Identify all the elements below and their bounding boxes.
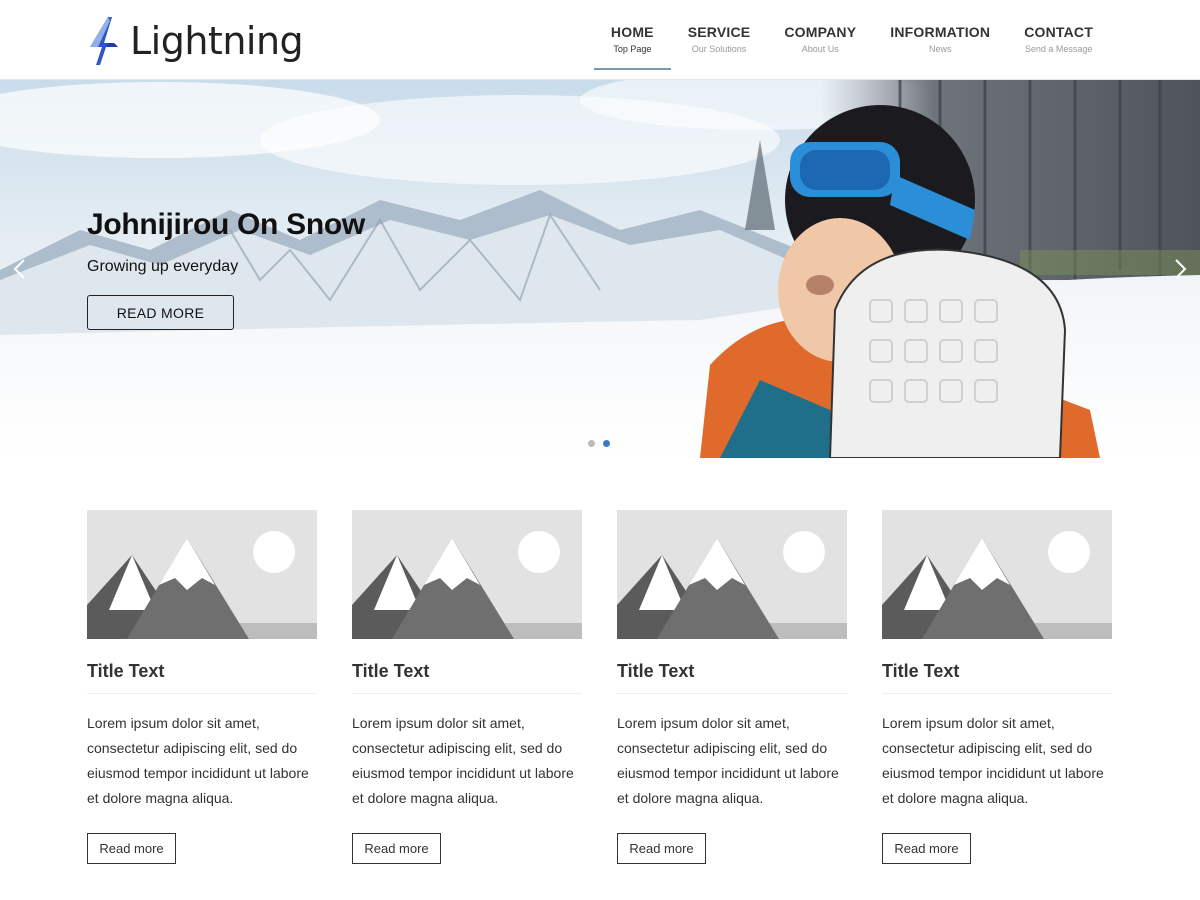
card-read-more-button[interactable]: Read more — [352, 833, 441, 864]
chevron-left-icon[interactable] — [10, 258, 32, 280]
lightning-bolt-icon — [90, 17, 118, 65]
placeholder-image — [617, 510, 847, 639]
card-title: Title Text — [87, 661, 317, 694]
feature-card: Title Text Lorem ipsum dolor sit amet, c… — [352, 510, 582, 864]
nav-item-sublabel: Top Page — [613, 44, 652, 54]
card-text: Lorem ipsum dolor sit amet, consectetur … — [87, 715, 309, 806]
feature-card: Title Text Lorem ipsum dolor sit amet, c… — [617, 510, 847, 864]
card-title: Title Text — [882, 661, 1112, 694]
feature-card: Title Text Lorem ipsum dolor sit amet, c… — [87, 510, 317, 864]
card-text: Lorem ipsum dolor sit amet, consectetur … — [617, 715, 839, 806]
nav-item-label: HOME — [610, 24, 654, 40]
nav-item-service[interactable]: SERVICE Our Solutions — [671, 0, 768, 70]
card-text: Lorem ipsum dolor sit amet, consectetur … — [882, 715, 1104, 806]
placeholder-image — [87, 510, 317, 639]
nav-item-sublabel: Send a Message — [1024, 44, 1093, 54]
card-title: Title Text — [352, 661, 582, 694]
nav-item-label: INFORMATION — [890, 24, 991, 40]
nav-item-label: CONTACT — [1024, 24, 1093, 40]
placeholder-image — [882, 510, 1112, 639]
nav-item-contact[interactable]: CONTACT Send a Message — [1007, 0, 1110, 70]
nav-item-label: SERVICE — [687, 24, 751, 40]
nav-item-label: COMPANY — [784, 24, 857, 40]
card-read-more-button[interactable]: Read more — [87, 833, 176, 864]
nav-item-sublabel: News — [928, 44, 952, 54]
nav-item-sublabel: Our Solutions — [691, 44, 747, 54]
nav-item-company[interactable]: COMPANY About Us — [767, 0, 873, 70]
hero-title: Johnijirou On Snow — [87, 208, 365, 241]
hero-slider: Johnijirou On Snow Growing up everyday R… — [0, 80, 1200, 458]
card-text: Lorem ipsum dolor sit amet, consectetur … — [352, 715, 574, 806]
slider-dot-1[interactable] — [588, 440, 595, 447]
main-nav: HOME Top Page SERVICE Our Solutions COMP… — [593, 0, 1110, 80]
site-name: Lightning — [130, 19, 304, 63]
card-read-more-button[interactable]: Read more — [617, 833, 706, 864]
hero-read-more-button[interactable]: READ MORE — [87, 295, 234, 330]
card-title: Title Text — [617, 661, 847, 694]
card-read-more-button[interactable]: Read more — [882, 833, 971, 864]
placeholder-image — [352, 510, 582, 639]
feature-card: Title Text Lorem ipsum dolor sit amet, c… — [882, 510, 1112, 864]
slider-pagination — [588, 440, 610, 447]
nav-item-information[interactable]: INFORMATION News — [873, 0, 1007, 70]
chevron-right-icon[interactable] — [1168, 258, 1190, 280]
feature-cards: Title Text Lorem ipsum dolor sit amet, c… — [87, 510, 1112, 864]
nav-item-sublabel: About Us — [801, 44, 839, 54]
hero-subtitle: Growing up everyday — [87, 258, 239, 275]
site-logo[interactable]: Lightning — [86, 16, 304, 66]
slider-dot-2[interactable] — [603, 440, 610, 447]
nav-item-home[interactable]: HOME Top Page — [593, 0, 671, 70]
site-header: Lightning HOME Top Page SERVICE Our Solu… — [0, 0, 1200, 80]
